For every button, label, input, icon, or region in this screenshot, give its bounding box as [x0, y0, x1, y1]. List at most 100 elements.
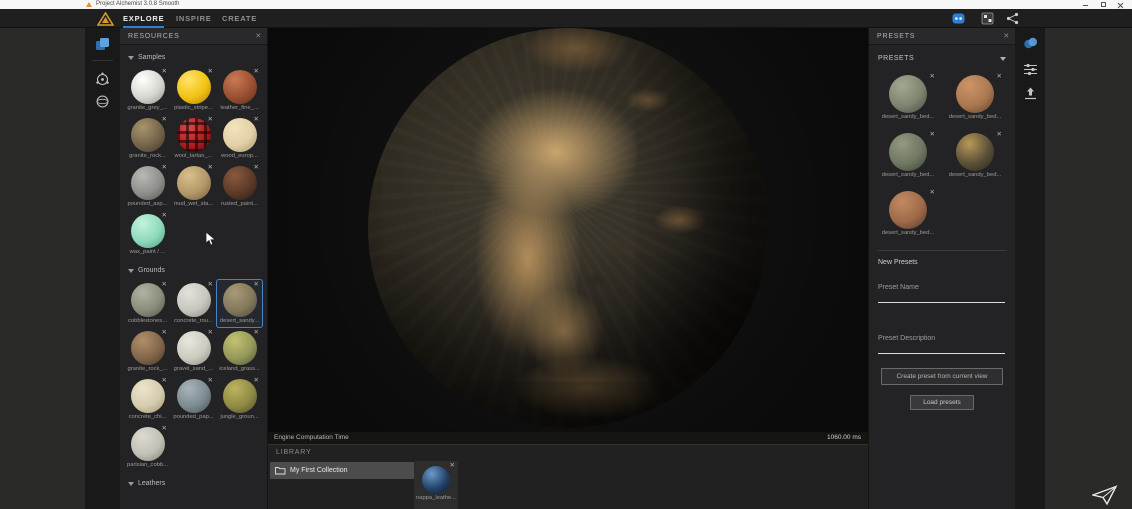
- remove-item-icon[interactable]: ✕: [254, 115, 259, 123]
- material-sphere-thumbnail[interactable]: [889, 75, 927, 113]
- material-item[interactable]: ✕ nappa_leathe...: [414, 461, 458, 509]
- material-sphere-thumbnail[interactable]: [223, 118, 257, 152]
- remove-item-icon[interactable]: ✕: [208, 280, 213, 288]
- material-item[interactable]: ✕ desert_sandy_bed...: [878, 188, 938, 240]
- material-sphere-thumbnail[interactable]: [223, 283, 257, 317]
- material-item[interactable]: ✕ iceland_grass...: [217, 328, 262, 375]
- remove-item-icon[interactable]: ✕: [208, 163, 213, 171]
- material-sphere-thumbnail[interactable]: [889, 133, 927, 171]
- material-preview-sphere[interactable]: [368, 28, 768, 428]
- section-samples[interactable]: Samples: [120, 50, 267, 65]
- remove-item-icon[interactable]: ✕: [254, 163, 259, 171]
- remove-item-icon[interactable]: ✕: [930, 72, 935, 80]
- material-sphere-thumbnail[interactable]: [889, 191, 927, 229]
- remove-item-icon[interactable]: ✕: [162, 424, 167, 432]
- materials-icon[interactable]: [95, 37, 110, 52]
- material-sphere-thumbnail[interactable]: [956, 133, 994, 171]
- parameters-icon[interactable]: [1023, 62, 1038, 77]
- community-icon[interactable]: [952, 12, 965, 25]
- remove-item-icon[interactable]: ✕: [162, 376, 167, 384]
- material-sphere-thumbnail[interactable]: [177, 379, 211, 413]
- atom-icon[interactable]: [95, 72, 110, 87]
- minimize-button[interactable]: [1083, 5, 1088, 6]
- remove-item-icon[interactable]: ✕: [450, 461, 455, 469]
- section-leathers[interactable]: Leathers: [120, 476, 267, 491]
- remove-item-icon[interactable]: ✕: [208, 376, 213, 384]
- remove-item-icon[interactable]: ✕: [254, 328, 259, 336]
- material-item[interactable]: ✕ parisian_cobb...: [125, 424, 170, 471]
- remove-item-icon[interactable]: ✕: [997, 130, 1002, 138]
- material-item[interactable]: ✕ concrete_rou...: [171, 280, 216, 327]
- material-item[interactable]: ✕ leather_fine_...: [217, 67, 262, 114]
- paper-plane-icon[interactable]: [1092, 485, 1118, 506]
- collection-item[interactable]: My First Collection: [270, 462, 414, 479]
- material-item[interactable]: ✕ desert_sandy_bed...: [878, 72, 938, 124]
- material-sphere-thumbnail[interactable]: [131, 331, 165, 365]
- material-sphere-thumbnail[interactable]: [131, 118, 165, 152]
- material-sphere-thumbnail[interactable]: [223, 70, 257, 104]
- load-presets-button[interactable]: Load presets: [910, 395, 974, 410]
- remove-item-icon[interactable]: ✕: [208, 115, 213, 123]
- close-presets-icon[interactable]: ✕: [1003, 28, 1010, 45]
- remove-item-icon[interactable]: ✕: [997, 72, 1002, 80]
- material-item[interactable]: ✕ desert_sandy...: [217, 280, 262, 327]
- remove-item-icon[interactable]: ✕: [208, 328, 213, 336]
- material-item[interactable]: ✕ jungle_groun...: [217, 376, 262, 423]
- material-sphere-thumbnail[interactable]: [177, 283, 211, 317]
- remove-item-icon[interactable]: ✕: [930, 130, 935, 138]
- material-item[interactable]: ✕ rusted_paint...: [217, 163, 262, 210]
- close-resources-icon[interactable]: ✕: [255, 28, 262, 45]
- tab-explore[interactable]: EXPLORE: [123, 9, 164, 28]
- remove-item-icon[interactable]: ✕: [162, 67, 167, 75]
- material-item[interactable]: ✕ desert_sandy_bed...: [945, 130, 1005, 182]
- share-icon[interactable]: [1006, 12, 1019, 25]
- material-sphere-thumbnail[interactable]: [956, 75, 994, 113]
- remove-item-icon[interactable]: ✕: [254, 376, 259, 384]
- preset-name-field[interactable]: Preset Name: [878, 276, 1005, 303]
- maximize-button[interactable]: [1101, 2, 1106, 7]
- material-sphere-thumbnail[interactable]: [422, 466, 450, 494]
- material-sphere-thumbnail[interactable]: [131, 283, 165, 317]
- material-sphere-thumbnail[interactable]: [223, 331, 257, 365]
- section-grounds[interactable]: Grounds: [120, 263, 267, 278]
- material-item[interactable]: ✕ concrete_chi...: [125, 376, 170, 423]
- remove-item-icon[interactable]: ✕: [162, 163, 167, 171]
- material-item[interactable]: ✕ granite_rock_...: [125, 328, 170, 375]
- remove-item-icon[interactable]: ✕: [930, 188, 935, 196]
- tab-inspire[interactable]: INSPIRE: [176, 9, 212, 28]
- material-item[interactable]: ✕ pounded_asp...: [125, 163, 170, 210]
- material-sphere-thumbnail[interactable]: [131, 166, 165, 200]
- material-item[interactable]: ✕ wood_europ...: [217, 115, 262, 162]
- preset-description-field[interactable]: Preset Description: [878, 327, 1005, 354]
- create-preset-button[interactable]: Create preset from current view: [881, 368, 1003, 385]
- close-window-button[interactable]: [1118, 2, 1124, 8]
- material-sphere-thumbnail[interactable]: [131, 70, 165, 104]
- material-item[interactable]: ✕ granite_rock...: [125, 115, 170, 162]
- tab-create[interactable]: CREATE: [222, 9, 257, 28]
- material-item[interactable]: ✕ wax_paint / ...: [125, 211, 170, 258]
- remove-item-icon[interactable]: ✕: [162, 115, 167, 123]
- viewer-sphere-icon[interactable]: [95, 94, 110, 109]
- material-sphere-thumbnail[interactable]: [131, 214, 165, 248]
- remove-item-icon[interactable]: ✕: [254, 280, 259, 288]
- material-sphere-thumbnail[interactable]: [177, 118, 211, 152]
- material-sphere-thumbnail[interactable]: [177, 331, 211, 365]
- material-sphere-thumbnail[interactable]: [177, 70, 211, 104]
- presets-group-header[interactable]: PRESETS: [869, 51, 1015, 66]
- remove-item-icon[interactable]: ✕: [162, 328, 167, 336]
- remove-item-icon[interactable]: ✕: [208, 67, 213, 75]
- material-sphere-thumbnail[interactable]: [223, 166, 257, 200]
- material-item[interactable]: ✕ cobblestones...: [125, 280, 170, 327]
- 3d-viewport[interactable]: [268, 28, 868, 432]
- material-sphere-thumbnail[interactable]: [131, 379, 165, 413]
- material-item[interactable]: ✕ wool_tartan_...: [171, 115, 216, 162]
- material-item[interactable]: ✕ desert_sandy_bed...: [878, 130, 938, 182]
- remove-item-icon[interactable]: ✕: [254, 67, 259, 75]
- remove-item-icon[interactable]: ✕: [162, 211, 167, 219]
- material-item[interactable]: ✕ plastic_stripe...: [171, 67, 216, 114]
- material-sphere-thumbnail[interactable]: [223, 379, 257, 413]
- material-sphere-thumbnail[interactable]: [177, 166, 211, 200]
- material-item[interactable]: ✕ mud_wet_sta...: [171, 163, 216, 210]
- material-item[interactable]: ✕ pounded_pap...: [171, 376, 216, 423]
- remove-item-icon[interactable]: ✕: [162, 280, 167, 288]
